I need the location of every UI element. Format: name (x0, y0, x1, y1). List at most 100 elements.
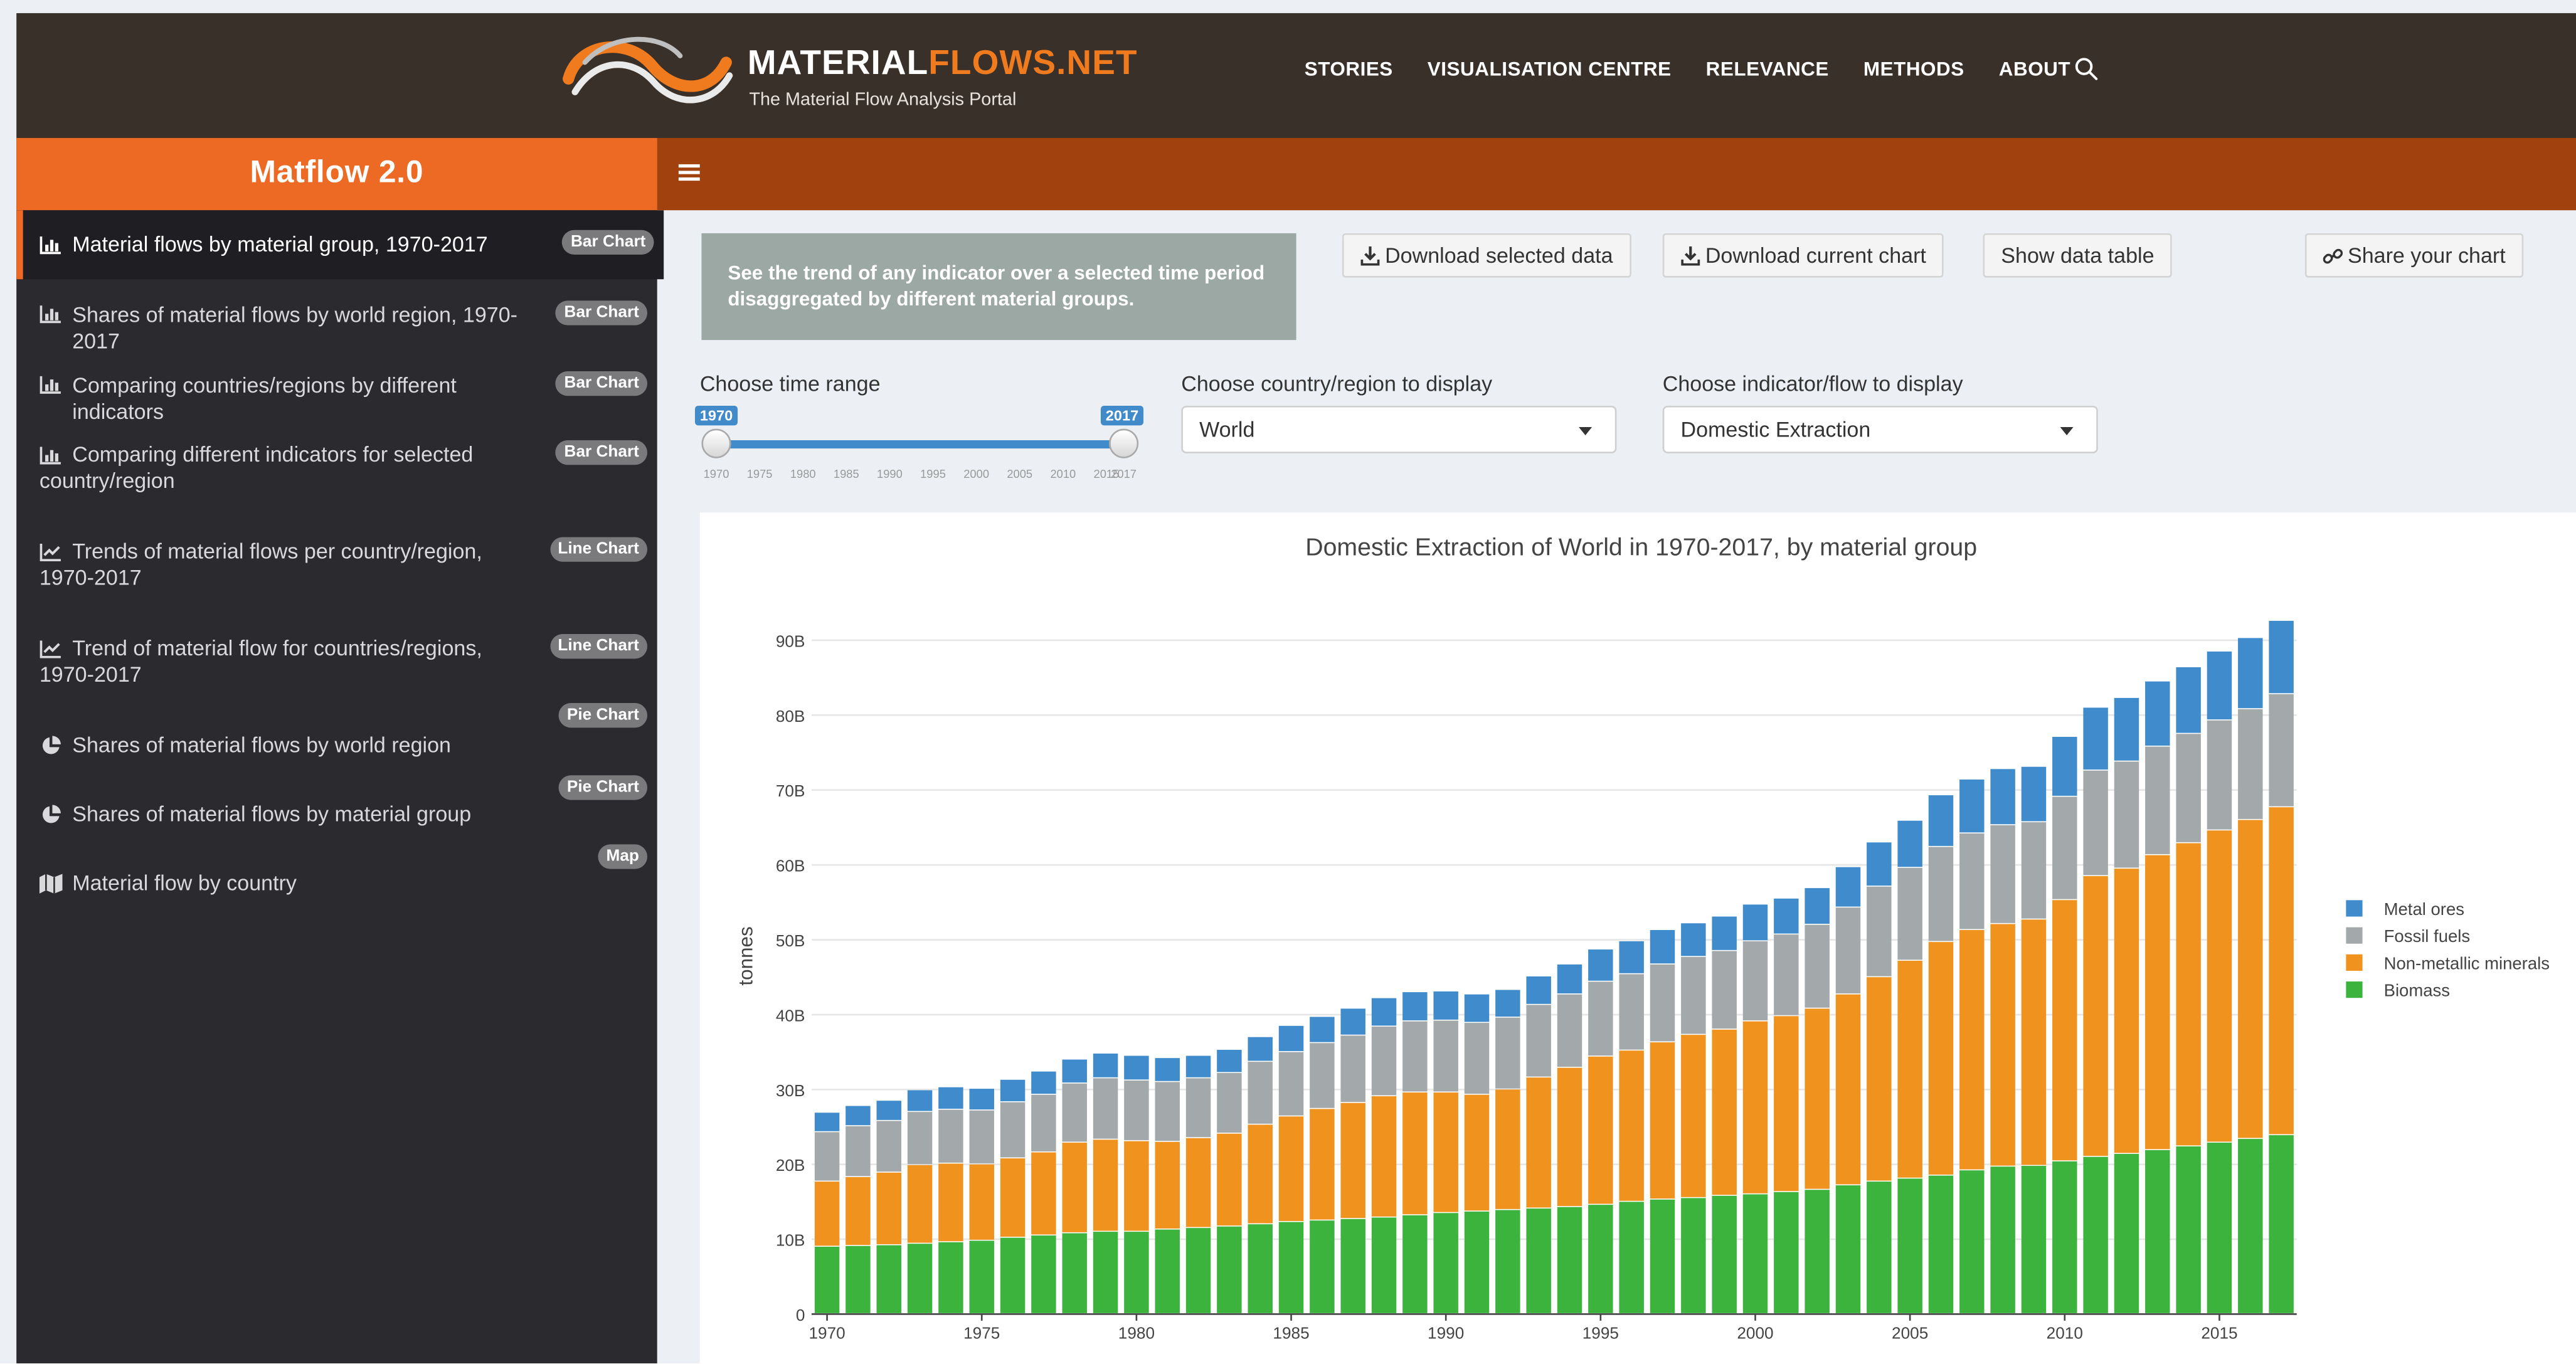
bar-segment-biomass[interactable] (1867, 1182, 1892, 1313)
bar-segment-metal-ores[interactable] (1867, 842, 1892, 886)
bar-segment-fossil-fuels[interactable] (1464, 1023, 1490, 1094)
bar-segment-non-metallic-minerals[interactable] (814, 1182, 840, 1246)
bar-segment-metal-ores[interactable] (1278, 1025, 1304, 1052)
bar-segment-metal-ores[interactable] (1031, 1071, 1056, 1094)
bar-segment-metal-ores[interactable] (845, 1106, 871, 1126)
share-chart-button[interactable]: Share your chart (2304, 233, 2524, 278)
bar-segment-non-metallic-minerals[interactable] (1464, 1094, 1490, 1211)
bar-segment-non-metallic-minerals[interactable] (1278, 1116, 1304, 1222)
bar-segment-metal-ores[interactable] (1835, 867, 1861, 907)
bar-segment-biomass[interactable] (1402, 1215, 1428, 1313)
bar-segment-biomass[interactable] (1742, 1194, 1768, 1313)
bar-segment-fossil-fuels[interactable] (1588, 981, 1613, 1056)
bar-segment-fossil-fuels[interactable] (1619, 974, 1644, 1050)
bar-segment-biomass[interactable] (814, 1246, 840, 1313)
bar-segment-fossil-fuels[interactable] (1867, 886, 1892, 976)
bar-segment-biomass[interactable] (2114, 1153, 2139, 1313)
bar-segment-non-metallic-minerals[interactable] (1650, 1042, 1675, 1199)
download-chart-button[interactable]: Download current chart (1662, 233, 1944, 278)
bar-segment-fossil-fuels[interactable] (1433, 1020, 1458, 1092)
bar-segment-non-metallic-minerals[interactable] (1928, 942, 1954, 1175)
bar-segment-non-metallic-minerals[interactable] (1248, 1124, 1273, 1224)
bar-segment-biomass[interactable] (1928, 1175, 1954, 1313)
nav-methods[interactable]: METHODS (1863, 58, 1964, 81)
nav-relevance[interactable]: RELEVANCE (1706, 58, 1829, 81)
bar-segment-non-metallic-minerals[interactable] (1557, 1067, 1582, 1207)
sidebar-item-comparing-countries[interactable]: Comparing countries/regions by different… (16, 348, 657, 424)
bar-segment-metal-ores[interactable] (1093, 1053, 1118, 1077)
bar-segment-fossil-fuels[interactable] (814, 1132, 840, 1181)
bar-segment-non-metallic-minerals[interactable] (969, 1164, 994, 1240)
bar-segment-metal-ores[interactable] (1990, 769, 2015, 825)
bar-segment-non-metallic-minerals[interactable] (938, 1163, 963, 1242)
bar-segment-biomass[interactable] (969, 1240, 994, 1313)
bar-segment-fossil-fuels[interactable] (1185, 1078, 1211, 1138)
bar-segment-metal-ores[interactable] (2238, 638, 2263, 709)
bar-segment-biomass[interactable] (1310, 1220, 1335, 1313)
site-logo[interactable]: MATERIALFLOWS.NET The Material Flow Anal… (562, 26, 1137, 125)
bar-segment-non-metallic-minerals[interactable] (1805, 1008, 1830, 1189)
bar-segment-biomass[interactable] (845, 1245, 871, 1313)
bar-segment-non-metallic-minerals[interactable] (2021, 919, 2047, 1165)
bar-segment-fossil-fuels[interactable] (2269, 694, 2294, 806)
bar-segment-metal-ores[interactable] (1248, 1037, 1273, 1061)
hamburger-menu-icon[interactable] (678, 162, 700, 182)
legend-label[interactable]: Metal ores (2384, 899, 2464, 919)
bar-segment-fossil-fuels[interactable] (1402, 1021, 1428, 1092)
bar-segment-fossil-fuels[interactable] (2021, 822, 2047, 919)
bar-segment-non-metallic-minerals[interactable] (1835, 994, 1861, 1185)
bar-segment-fossil-fuels[interactable] (1000, 1102, 1026, 1158)
bar-segment-fossil-fuels[interactable] (1278, 1052, 1304, 1116)
bar-segment-metal-ores[interactable] (1588, 949, 1613, 981)
bar-segment-fossil-fuels[interactable] (1495, 1017, 1520, 1089)
bar-segment-non-metallic-minerals[interactable] (1774, 1016, 1799, 1192)
bar-segment-metal-ores[interactable] (1062, 1059, 1087, 1083)
bar-segment-non-metallic-minerals[interactable] (1217, 1133, 1242, 1226)
bar-segment-biomass[interactable] (2238, 1139, 2263, 1313)
legend-label[interactable]: Non-metallic minerals (2384, 953, 2550, 973)
bar-segment-non-metallic-minerals[interactable] (2114, 869, 2139, 1153)
bar-segment-fossil-fuels[interactable] (969, 1110, 994, 1164)
bar-segment-fossil-fuels[interactable] (1526, 1005, 1551, 1077)
sidebar-item-shares-material-group-pie[interactable]: Shares of material flows by material gro… (16, 775, 657, 844)
bar-segment-non-metallic-minerals[interactable] (2176, 843, 2201, 1146)
bar-segment-biomass[interactable] (907, 1244, 933, 1313)
bar-segment-metal-ores[interactable] (1124, 1055, 1149, 1080)
bar-segment-fossil-fuels[interactable] (1897, 867, 1922, 960)
bar-segment-fossil-fuels[interactable] (1712, 951, 1737, 1029)
bar-segment-fossil-fuels[interactable] (2207, 720, 2232, 830)
bar-segment-non-metallic-minerals[interactable] (1897, 960, 1922, 1178)
bar-segment-metal-ores[interactable] (2021, 766, 2047, 822)
bar-segment-non-metallic-minerals[interactable] (1371, 1096, 1397, 1217)
bar-segment-fossil-fuels[interactable] (2176, 734, 2201, 842)
bar-segment-fossil-fuels[interactable] (1650, 964, 1675, 1042)
bar-segment-biomass[interactable] (1588, 1205, 1613, 1313)
slider-handle-from[interactable] (701, 428, 731, 458)
bar-segment-biomass[interactable] (1248, 1224, 1273, 1313)
bar-segment-non-metallic-minerals[interactable] (2238, 820, 2263, 1138)
bar-segment-fossil-fuels[interactable] (907, 1112, 933, 1165)
sidebar-item-material-flow-by-country[interactable]: Material flow by country Map (16, 844, 657, 916)
sidebar-item-shares-world-region-pie[interactable]: Shares of material flows by world region… (16, 703, 657, 775)
bar-segment-metal-ores[interactable] (1897, 820, 1922, 867)
bar-segment-non-metallic-minerals[interactable] (1433, 1092, 1458, 1212)
bar-segment-metal-ores[interactable] (1155, 1058, 1180, 1081)
bar-segment-biomass[interactable] (1774, 1192, 1799, 1313)
bar-segment-metal-ores[interactable] (2176, 667, 2201, 733)
bar-segment-biomass[interactable] (2207, 1143, 2232, 1313)
bar-segment-biomass[interactable] (1805, 1190, 1830, 1313)
bar-segment-biomass[interactable] (2145, 1150, 2170, 1313)
bar-segment-metal-ores[interactable] (969, 1089, 994, 1110)
bar-segment-fossil-fuels[interactable] (1031, 1094, 1056, 1151)
bar-segment-fossil-fuels[interactable] (2145, 746, 2170, 855)
bar-segment-non-metallic-minerals[interactable] (1495, 1089, 1520, 1209)
bar-segment-biomass[interactable] (1433, 1213, 1458, 1313)
bar-segment-metal-ores[interactable] (1619, 941, 1644, 973)
bar-segment-non-metallic-minerals[interactable] (1185, 1138, 1211, 1227)
bar-segment-metal-ores[interactable] (2207, 651, 2232, 720)
bar-segment-fossil-fuels[interactable] (1310, 1043, 1335, 1108)
bar-segment-fossil-fuels[interactable] (1805, 924, 1830, 1008)
bar-segment-metal-ores[interactable] (1774, 898, 1799, 934)
sidebar-item-shares-by-region[interactable]: Shares of material flows by world region… (16, 279, 657, 353)
bar-segment-fossil-fuels[interactable] (1742, 941, 1768, 1021)
